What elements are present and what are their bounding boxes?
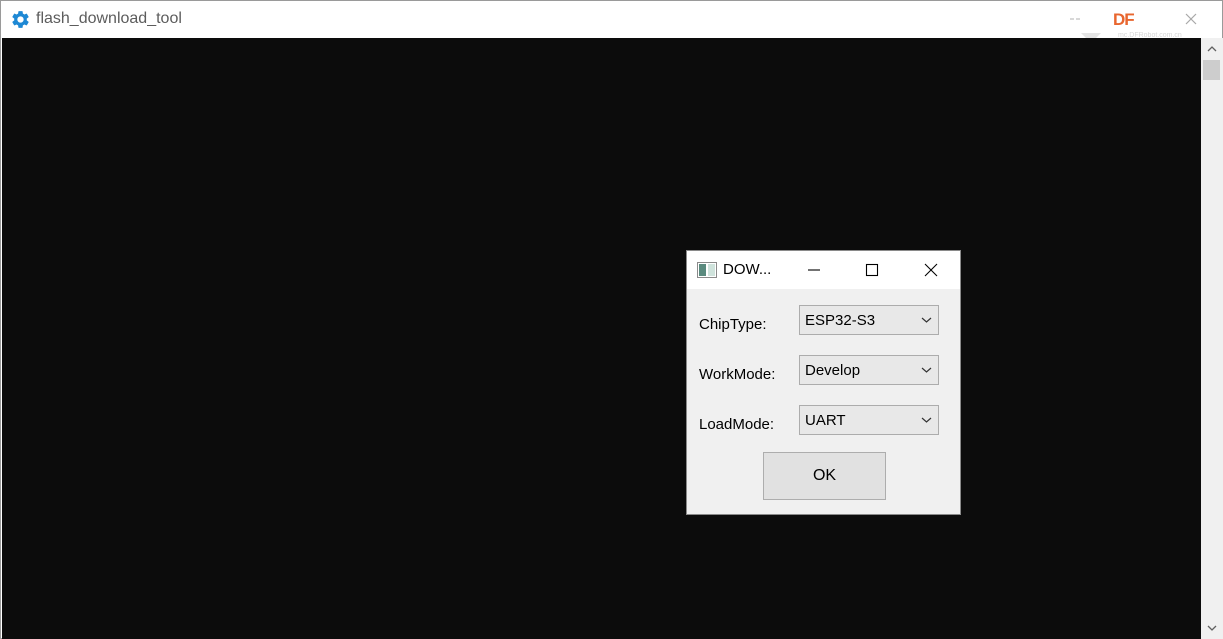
title-bar[interactable]: flash_download_tool DF mc.DFRobot.com.cn	[1, 1, 1222, 43]
scroll-thumb[interactable]	[1203, 60, 1220, 80]
console-output	[2, 38, 1201, 639]
load-mode-label: LoadMode:	[699, 416, 775, 433]
minimize-icon	[1070, 18, 1080, 20]
load-mode-select[interactable]: UART	[799, 405, 939, 435]
chip-type-select[interactable]: ESP32-S3	[799, 305, 939, 335]
download-mode-dialog: DOW... ChipType: ESP32-S3 WorkMode: Deve…	[686, 250, 961, 515]
chevron-down-icon	[921, 367, 932, 373]
main-window: flash_download_tool DF mc.DFRobot.com.cn	[0, 0, 1223, 639]
chevron-down-icon	[921, 417, 932, 423]
scroll-down-icon[interactable]	[1204, 620, 1220, 636]
dialog-maximize-icon[interactable]	[863, 261, 881, 279]
dialog-minimize-icon[interactable]	[805, 261, 823, 279]
dialog-title: DOW...	[723, 261, 772, 278]
work-mode-label: WorkMode:	[699, 366, 776, 383]
close-icon	[1185, 13, 1197, 25]
minimize-button[interactable]	[1065, 9, 1085, 29]
gear-icon	[12, 11, 29, 28]
dialog-close-icon[interactable]	[922, 261, 940, 279]
vertical-scrollbar[interactable]	[1201, 38, 1223, 639]
window-icon	[697, 262, 717, 278]
chevron-down-icon	[921, 317, 932, 323]
chip-type-label: ChipType:	[699, 316, 767, 333]
scroll-up-icon[interactable]	[1204, 41, 1220, 57]
close-button[interactable]	[1181, 9, 1201, 29]
chip-type-value: ESP32-S3	[805, 312, 876, 329]
app-title: flash_download_tool	[36, 10, 182, 27]
work-mode-select[interactable]: Develop	[799, 355, 939, 385]
brand-logo: DF	[1113, 10, 1135, 29]
load-mode-value: UART	[805, 412, 846, 429]
work-mode-value: Develop	[805, 362, 861, 379]
dialog-title-bar[interactable]: DOW...	[687, 251, 960, 289]
ok-button[interactable]: OK	[763, 452, 886, 500]
